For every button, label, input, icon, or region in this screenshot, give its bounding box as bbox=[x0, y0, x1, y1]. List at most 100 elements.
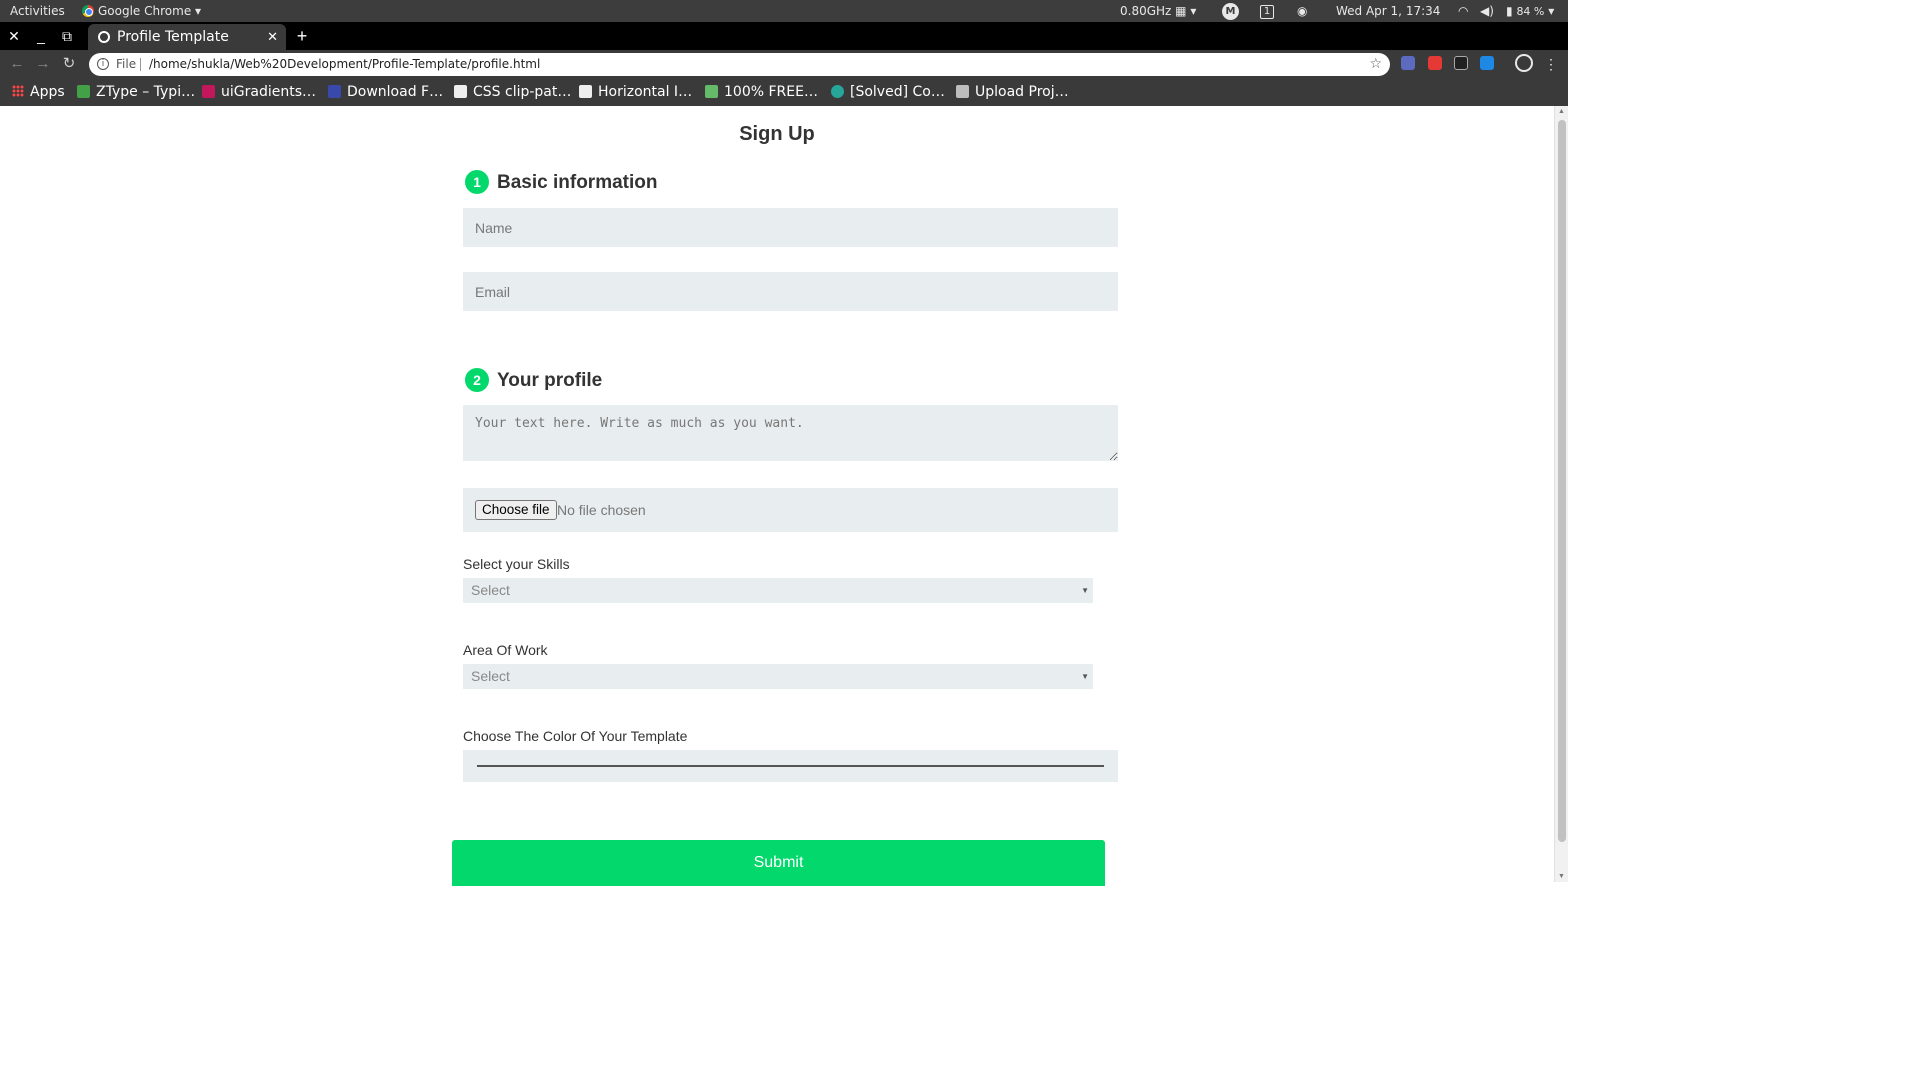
battery-indicator[interactable]: ▮ 84 % ▾ bbox=[1506, 0, 1554, 22]
forward-arrow-icon[interactable]: → bbox=[32, 50, 54, 78]
bookmark-label: Upload Proj… bbox=[975, 84, 1069, 100]
choose-file-button[interactable]: Choose file bbox=[475, 500, 557, 520]
name-input[interactable] bbox=[463, 208, 1118, 247]
browser-toolbar: ← → ↻ i File /home/shukla/Web%20Developm… bbox=[0, 50, 1568, 78]
blue-extension-icon[interactable] bbox=[1480, 56, 1494, 70]
section-your-profile: 2 Your profile bbox=[465, 368, 602, 392]
cpu-indicator[interactable]: 0.80GHz ▦ ▾ bbox=[1120, 0, 1196, 22]
apps-grid-icon bbox=[12, 85, 24, 97]
codepen-icon bbox=[579, 85, 592, 98]
address-bar[interactable]: i File /home/shukla/Web%20Development/Pr… bbox=[89, 53, 1390, 76]
reload-icon[interactable]: ↻ bbox=[58, 50, 80, 78]
cpu-chip-icon: ▦ bbox=[1175, 4, 1187, 18]
chevron-down-icon: ▾ bbox=[1190, 4, 1197, 18]
close-window-icon[interactable]: ✕ bbox=[1, 22, 27, 50]
new-tab-button[interactable]: + bbox=[292, 22, 312, 50]
restore-window-icon[interactable]: ⧉ bbox=[54, 22, 80, 50]
bookmark-label: uiGradients… bbox=[221, 84, 316, 100]
bookmark-label: Horizontal I… bbox=[598, 84, 693, 100]
area-of-work-select[interactable]: Select ▼ bbox=[463, 664, 1093, 689]
bookmark-star-icon[interactable]: ☆ bbox=[1369, 53, 1382, 76]
codepen-icon bbox=[454, 85, 467, 98]
submit-button[interactable]: Submit bbox=[452, 840, 1105, 886]
file-status: No file chosen bbox=[557, 502, 646, 518]
clock[interactable]: Wed Apr 1, 17:34 bbox=[1336, 0, 1440, 22]
chevron-down-icon: ▼ bbox=[1081, 672, 1089, 681]
kebab-menu-icon[interactable]: ⋮ bbox=[1544, 50, 1558, 78]
workspace-indicator[interactable]: 1 bbox=[1260, 0, 1274, 22]
section-title: Basic information bbox=[497, 172, 658, 193]
color-label: Choose The Color Of Your Template bbox=[463, 728, 688, 744]
bookmark-horizontal[interactable]: Horizontal I… bbox=[579, 78, 692, 106]
email-input[interactable] bbox=[463, 272, 1118, 311]
tab-profile-template[interactable]: Profile Template ✕ bbox=[88, 24, 286, 50]
minimize-window-icon[interactable]: _ bbox=[28, 22, 54, 50]
scrollbar-thumb[interactable] bbox=[1558, 120, 1566, 842]
bookmark-label: [Solved] Co… bbox=[850, 84, 945, 100]
close-tab-icon[interactable]: ✕ bbox=[267, 24, 278, 50]
chevron-down-icon: ▾ bbox=[1548, 4, 1555, 18]
indicator-m[interactable]: M bbox=[1222, 0, 1239, 22]
dark-extension-icon[interactable] bbox=[1454, 56, 1468, 70]
url-text[interactable]: /home/shukla/Web%20Development/Profile-T… bbox=[149, 53, 540, 76]
area-select-value: Select bbox=[471, 668, 510, 684]
wifi-icon[interactable]: ◠ bbox=[1458, 0, 1468, 22]
info-icon[interactable]: i bbox=[97, 58, 109, 70]
bookmark-solved[interactable]: [Solved] Co… bbox=[831, 78, 945, 106]
ztype-icon bbox=[77, 85, 90, 98]
bookmark-label: 100% FREE… bbox=[724, 84, 818, 100]
red-extension-icon[interactable] bbox=[1428, 56, 1442, 70]
download-site-icon bbox=[328, 85, 341, 98]
m-badge-icon: M bbox=[1222, 3, 1239, 20]
system-top-bar: Activities Google Chrome ▾ 0.80GHz ▦ ▾ M… bbox=[0, 0, 1568, 22]
cpu-frequency: 0.80GHz bbox=[1120, 4, 1172, 18]
pen-extension-icon[interactable] bbox=[1401, 56, 1415, 70]
camera-icon[interactable]: ◉ bbox=[1297, 0, 1307, 22]
step-number-badge: 1 bbox=[465, 170, 489, 194]
color-swatch bbox=[477, 765, 1104, 767]
chevron-down-icon: ▼ bbox=[1081, 586, 1089, 595]
volume-icon[interactable]: ◀) bbox=[1480, 0, 1494, 22]
bookmark-css-clip-path[interactable]: CSS clip-pat… bbox=[454, 78, 571, 106]
bookmarks-bar: Apps ZType – Typi… uiGradients… Download… bbox=[0, 78, 1568, 106]
bookmark-download[interactable]: Download F… bbox=[328, 78, 443, 106]
file-upload: Choose file No file chosen bbox=[463, 488, 1118, 532]
color-picker[interactable] bbox=[463, 750, 1118, 782]
skills-select[interactable]: Select ▼ bbox=[463, 578, 1093, 603]
chrome-icon bbox=[82, 5, 94, 17]
page-scrollbar[interactable]: ▲ ▼ bbox=[1554, 106, 1568, 882]
bookmark-label: Download F… bbox=[347, 84, 444, 100]
app-menu[interactable]: Google Chrome ▾ bbox=[82, 0, 201, 22]
bookmark-apps[interactable]: Apps bbox=[12, 78, 65, 106]
bookmark-label: Apps bbox=[30, 84, 65, 100]
profile-avatar-icon[interactable] bbox=[1515, 54, 1533, 72]
bookmark-ztype[interactable]: ZType – Typi… bbox=[77, 78, 195, 106]
skills-label: Select your Skills bbox=[463, 556, 570, 572]
step-number-badge: 2 bbox=[465, 368, 489, 392]
uigradients-icon bbox=[202, 85, 215, 98]
divider bbox=[140, 58, 141, 71]
bookmark-100-free[interactable]: 100% FREE… bbox=[705, 78, 818, 106]
section-title: Your profile bbox=[497, 370, 603, 391]
scroll-down-arrow-icon[interactable]: ▼ bbox=[1558, 873, 1565, 880]
battery-icon: ▮ bbox=[1506, 4, 1513, 18]
tab-title: Profile Template bbox=[117, 29, 229, 45]
tab-strip: ✕ _ ⧉ Profile Template ✕ + bbox=[0, 22, 1568, 50]
battery-level: 84 % bbox=[1516, 5, 1545, 18]
leaf-icon bbox=[705, 85, 718, 98]
scroll-up-arrow-icon[interactable]: ▲ bbox=[1558, 108, 1565, 115]
bookmark-upload-project[interactable]: Upload Proj… bbox=[956, 78, 1069, 106]
globe-icon bbox=[98, 31, 110, 43]
page-title: Sign Up bbox=[739, 123, 815, 145]
profile-textarea[interactable] bbox=[463, 405, 1118, 461]
section-basic-information: 1 Basic information bbox=[465, 170, 657, 194]
skills-select-value: Select bbox=[471, 582, 510, 598]
app-name: Google Chrome bbox=[98, 4, 192, 18]
page-content: Sign Up 1 Basic information 2 Your profile… bbox=[0, 106, 1554, 886]
activities-button[interactable]: Activities bbox=[10, 0, 65, 22]
upload-site-icon bbox=[956, 85, 969, 98]
community-icon bbox=[831, 85, 844, 98]
back-arrow-icon[interactable]: ← bbox=[6, 50, 28, 78]
bookmark-uigradients[interactable]: uiGradients… bbox=[202, 78, 316, 106]
bookmark-label: ZType – Typi… bbox=[96, 84, 196, 100]
